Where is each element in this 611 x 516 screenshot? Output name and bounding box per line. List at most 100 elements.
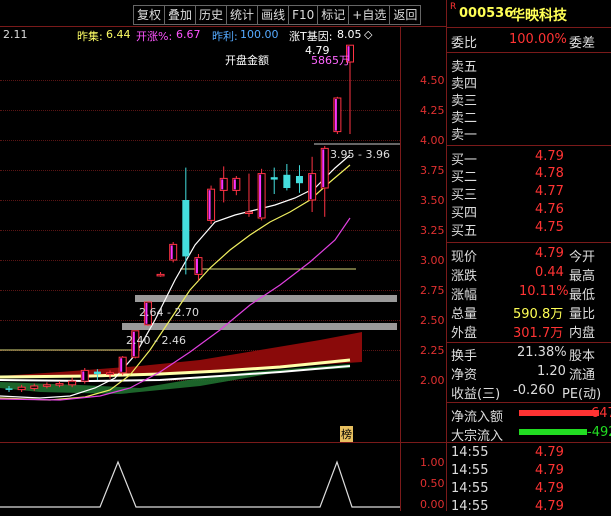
indicator-axis-label: 0.00 — [420, 498, 445, 511]
stat-value: 21.38% — [517, 345, 567, 360]
list-badge[interactable]: 榜 — [340, 426, 353, 442]
sell-level-row: 卖一 — [447, 121, 611, 143]
weibi-label: 委比 — [451, 36, 478, 51]
weicha-label: 委差 — [569, 36, 596, 51]
flow-bar — [519, 410, 599, 416]
flow-value: 647 — [591, 406, 611, 421]
weibi-value: 100.00% — [509, 32, 567, 47]
candle-marker — [309, 174, 312, 199]
candle-marker — [82, 371, 85, 381]
stat-row: 收益(三) -0.260 PE(动) — [447, 380, 611, 402]
indicator-line — [0, 460, 400, 508]
stat-value: 0.44 — [535, 265, 564, 280]
tick-price: 4.79 — [535, 499, 564, 514]
tick-row: 14:55 4.79 — [447, 480, 611, 498]
price-axis-label: 4.25 — [420, 104, 445, 117]
indicator-axis-label: 1.00 — [420, 456, 445, 469]
stat-label: PE(动) — [562, 387, 602, 402]
candle-marker — [170, 245, 173, 259]
stat-value: 1.20 — [537, 364, 566, 379]
tick-time: 14:55 — [451, 445, 489, 460]
candle-body[interactable] — [270, 177, 278, 180]
divider — [447, 27, 611, 28]
divider — [447, 442, 611, 443]
buy-price: 4.75 — [535, 220, 564, 235]
stock-code: 000536 — [459, 6, 514, 21]
candle-body[interactable] — [156, 273, 165, 277]
flow-bar — [519, 429, 587, 435]
price-axis-label: 2.50 — [420, 314, 445, 327]
price-axis-label: 2.25 — [420, 344, 445, 357]
price-axis-label: 2.00 — [420, 374, 445, 387]
candle-body[interactable] — [295, 176, 303, 184]
support-band — [122, 323, 397, 330]
stat-value: 301.7万 — [513, 326, 564, 341]
candle-marker — [120, 358, 123, 372]
price-axis-label: 4.00 — [420, 134, 445, 147]
stat-row: 外盘 301.7万 内盘 — [447, 319, 611, 341]
range-annotation: 2.64 - 2.70 — [139, 306, 199, 319]
candle-body[interactable] — [5, 388, 13, 390]
candle-body[interactable] — [30, 385, 39, 389]
buy-price: 4.76 — [535, 202, 564, 217]
sell-label: 卖一 — [451, 128, 478, 143]
stock-name: 华映科技 — [511, 8, 567, 24]
price-axis-label: 4.50 — [420, 74, 445, 87]
axis-divider — [400, 26, 401, 511]
price-axis-label: 3.25 — [420, 224, 445, 237]
tick-row: 14:55 4.79 — [447, 498, 611, 516]
buy-price: 4.77 — [535, 184, 564, 199]
range-annotation: 3.95 - 3.96 — [330, 148, 390, 161]
stat-label: 收益(三) — [451, 387, 501, 402]
candle-marker — [233, 179, 236, 190]
tick-price: 4.79 — [535, 445, 564, 460]
candle-body[interactable] — [106, 372, 115, 375]
candle-body[interactable] — [55, 383, 64, 386]
flow-row: 大宗流入 -492 — [447, 422, 611, 444]
candle-body[interactable] — [68, 380, 77, 386]
weibi-row: 委比 100.00% 委差 — [447, 29, 611, 51]
buy-label: 买五 — [451, 224, 478, 239]
price-axis-label: 3.00 — [420, 254, 445, 267]
candle-marker — [334, 99, 337, 131]
stat-label: 内盘 — [569, 326, 596, 341]
stat-value: -0.260 — [513, 383, 555, 398]
candle-marker — [208, 190, 211, 220]
candle-body[interactable] — [93, 371, 101, 374]
price-axis-label: 3.75 — [420, 164, 445, 177]
buy-price: 4.79 — [535, 149, 564, 164]
candle-body[interactable] — [283, 174, 291, 188]
stat-value: 10.11% — [519, 284, 569, 299]
support-band — [135, 295, 397, 302]
amount-annotation: 5865万 — [311, 54, 350, 67]
tick-time: 14:55 — [451, 481, 489, 496]
tick-price: 4.79 — [535, 463, 564, 478]
candle-marker — [259, 174, 262, 217]
r-mark: R — [450, 2, 457, 12]
flow-value: -492 — [587, 425, 611, 440]
candle-marker — [221, 179, 224, 190]
tick-row: 14:55 4.79 — [447, 444, 611, 462]
candle-marker — [195, 258, 198, 274]
stock-title: R 000536 华映科技 — [447, 0, 611, 26]
candle-body[interactable] — [182, 200, 190, 257]
indicator-axis-label: 0.50 — [420, 477, 445, 490]
chart-top-border — [0, 26, 446, 27]
tick-time: 14:55 — [451, 499, 489, 514]
price-axis-label: 3.50 — [420, 194, 445, 207]
price-axis-label: 2.75 — [420, 284, 445, 297]
open-amount-annotation: 开盘金额 — [225, 54, 269, 67]
candle-body[interactable] — [42, 384, 51, 387]
buy-level-row: 买五 4.75 — [447, 217, 611, 239]
tick-price: 4.79 — [535, 481, 564, 496]
stat-label: 外盘 — [451, 326, 478, 341]
tick-row: 14:55 4.79 — [447, 462, 611, 480]
buy-price: 4.78 — [535, 166, 564, 181]
candle-body[interactable] — [17, 386, 26, 391]
candle-marker — [322, 149, 325, 187]
stat-value: 4.79 — [535, 246, 564, 261]
range-annotation: 2.40 - 2.46 — [126, 334, 186, 347]
candle-body[interactable] — [244, 211, 253, 214]
chart-indicator-divider — [0, 442, 446, 443]
tick-time: 14:55 — [451, 463, 489, 478]
